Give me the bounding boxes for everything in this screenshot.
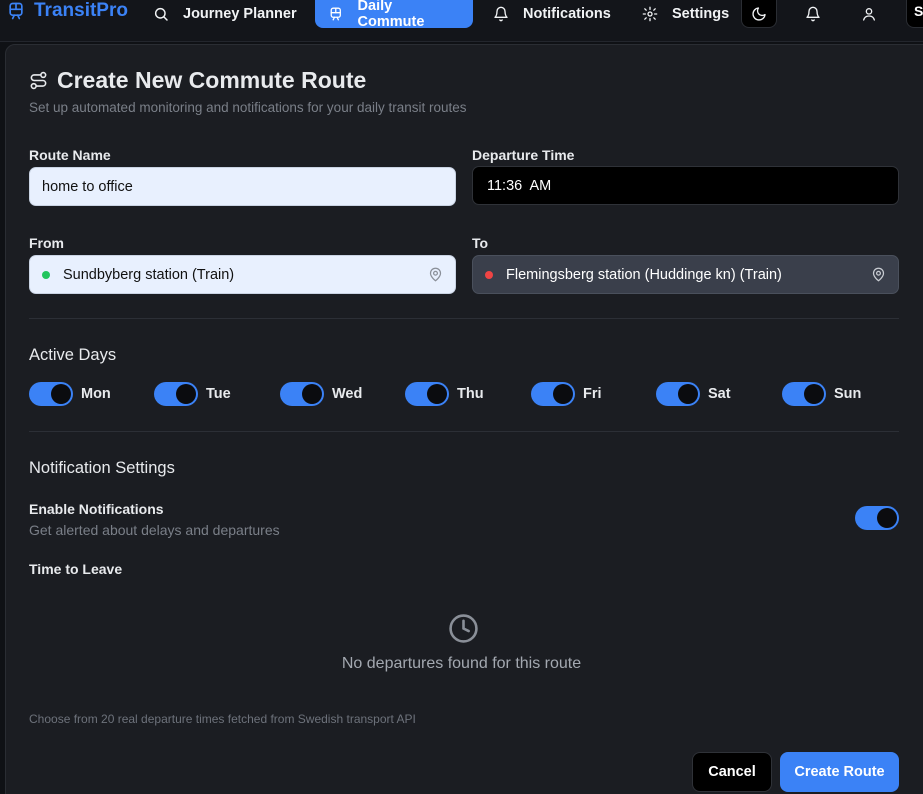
day-toggle-fri[interactable]: Fri <box>531 382 602 406</box>
day-label: Sat <box>708 386 731 402</box>
day-toggle-thu[interactable]: Thu <box>405 382 484 406</box>
train-icon <box>330 7 341 21</box>
moon-icon <box>752 6 766 21</box>
nav-settings-label: Settings <box>672 6 730 22</box>
from-label: From <box>29 235 64 251</box>
to-value: Flemingsberg station (Huddinge kn) (Trai… <box>506 266 782 283</box>
create-route-card <box>5 44 923 794</box>
day-label: Fri <box>583 386 602 402</box>
notifications-button[interactable] <box>795 0 831 28</box>
brand[interactable]: TransitPro <box>6 0 128 22</box>
clock-icon <box>449 614 478 643</box>
day-toggle-wed[interactable]: Wed <box>280 382 362 406</box>
cancel-button[interactable]: Cancel <box>692 752 772 792</box>
toggle-switch[interactable] <box>531 382 575 406</box>
from-dot-icon <box>42 270 50 279</box>
day-label: Mon <box>81 386 111 402</box>
day-toggle-sat[interactable]: Sat <box>656 382 731 406</box>
departure-time-label: Departure Time <box>472 147 575 163</box>
user-icon <box>863 7 875 21</box>
nav-settings[interactable]: Settings <box>629 0 742 28</box>
bell-icon <box>806 6 820 22</box>
day-toggle-sun[interactable]: Sun <box>782 382 861 406</box>
enable-notifications-desc: Get alerted about delays and departures <box>29 522 280 538</box>
map-pin-icon[interactable] <box>428 267 443 282</box>
map-pin-icon[interactable] <box>871 267 886 282</box>
train-icon <box>9 2 23 20</box>
time-to-leave-label: Time to Leave <box>29 561 123 577</box>
nav-journey-planner[interactable]: Journey Planner <box>140 0 310 28</box>
gear-icon <box>642 6 658 22</box>
page-title: Create New Commute Route <box>29 67 366 94</box>
divider <box>29 431 899 432</box>
notification-settings-title: Notification Settings <box>29 459 175 477</box>
departure-time-input[interactable]: 11:36 AM <box>472 166 899 205</box>
route-name-label: Route Name <box>29 147 111 163</box>
page-subtitle: Set up automated monitoring and notifica… <box>29 100 467 115</box>
to-label: To <box>472 235 489 251</box>
empty-state-text: No departures found for this route <box>341 655 582 672</box>
day-label: Sun <box>834 386 862 402</box>
search-icon <box>154 7 168 21</box>
from-value: Sundbyberg station (Train) <box>63 266 235 283</box>
nav-daily-commute-label: Daily Commute <box>357 0 425 30</box>
brand-name: TransitPro <box>34 0 128 21</box>
nav-notifications-label: Notifications <box>523 6 611 22</box>
top-nav: TransitPro Journey Planner Daily Commute… <box>0 0 923 42</box>
day-label: Wed <box>332 386 363 402</box>
day-toggle-mon[interactable]: Mon <box>29 382 111 406</box>
nav-notifications[interactable]: Notifications <box>480 0 624 28</box>
day-label: Thu <box>457 386 484 402</box>
route-name-value: home to office <box>42 178 133 195</box>
theme-toggle-button[interactable] <box>741 0 777 28</box>
profile-button[interactable] <box>851 0 887 28</box>
toggle-switch[interactable] <box>656 382 700 406</box>
day-label: Tue <box>206 386 231 402</box>
page-title-text: Create New Commute Route <box>57 67 367 93</box>
toggle-switch[interactable] <box>405 382 449 406</box>
enable-notifications-label: Enable Notifications <box>29 501 164 517</box>
departure-time-value: 11:36 AM <box>487 177 552 194</box>
departures-hint: Choose from 20 real departure times fetc… <box>29 712 416 726</box>
nav-journey-planner-label: Journey Planner <box>183 6 297 22</box>
divider <box>29 318 899 319</box>
create-route-button[interactable]: Create Route <box>780 752 899 792</box>
nav-daily-commute[interactable]: Daily Commute <box>315 0 473 30</box>
route-name-input[interactable]: home to office <box>29 167 456 206</box>
enable-notifications-toggle[interactable] <box>855 506 899 530</box>
toggle-switch[interactable] <box>29 382 73 406</box>
bell-icon <box>494 6 508 22</box>
toggle-switch[interactable] <box>280 382 324 406</box>
to-dot-icon <box>485 270 493 279</box>
day-toggle-tue[interactable]: Tue <box>154 382 231 406</box>
active-days-title: Active Days <box>29 346 117 364</box>
toggle-switch[interactable] <box>782 382 826 406</box>
from-input[interactable]: Sundbyberg station (Train) <box>29 255 456 294</box>
avatar[interactable]: S <box>906 0 923 28</box>
toggle-switch[interactable] <box>154 382 198 406</box>
route-icon <box>30 71 47 90</box>
to-input[interactable]: Flemingsberg station (Huddinge kn) (Trai… <box>472 255 899 294</box>
